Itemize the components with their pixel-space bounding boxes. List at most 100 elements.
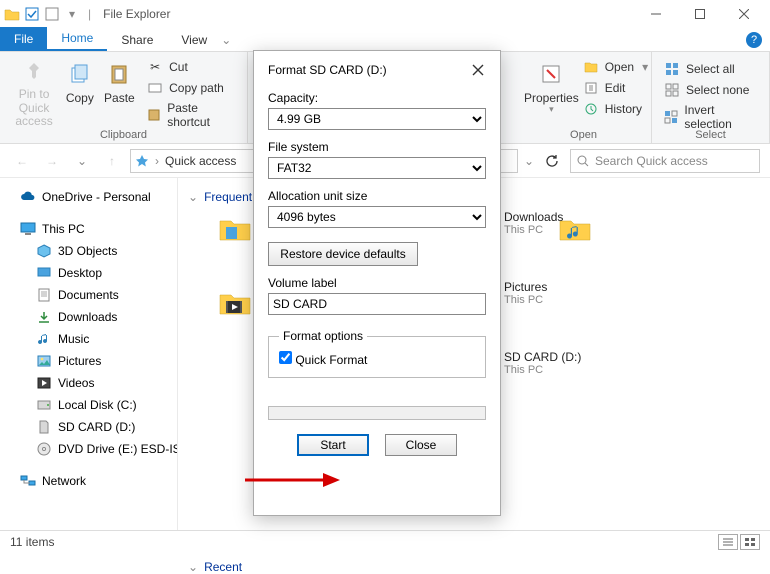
monitor-icon xyxy=(20,221,36,237)
nav-3d-objects[interactable]: 3D Objects xyxy=(6,240,171,262)
select-none-button[interactable]: Select none xyxy=(660,81,761,99)
select-all-button[interactable]: Select all xyxy=(660,60,761,78)
view-details-button[interactable] xyxy=(718,534,738,550)
network-icon xyxy=(20,473,36,489)
nav-downloads[interactable]: Downloads xyxy=(6,306,171,328)
view-large-button[interactable] xyxy=(740,534,760,550)
window-title: File Explorer xyxy=(103,7,170,21)
videos-icon xyxy=(36,375,52,391)
select-none-icon xyxy=(664,82,680,98)
pin-quick-access-button[interactable]: Pin to Quick access xyxy=(8,56,60,128)
cut-button[interactable]: ✂Cut xyxy=(143,58,239,76)
volume-label-label: Volume label xyxy=(268,276,486,290)
open-button[interactable]: Open▾ xyxy=(579,58,652,76)
nav-back-button[interactable]: ← xyxy=(10,149,34,173)
copy-icon xyxy=(66,60,94,88)
group-label-clipboard: Clipboard xyxy=(0,129,247,141)
nav-videos[interactable]: Videos xyxy=(6,372,171,394)
capacity-select[interactable]: 4.99 GB xyxy=(268,108,486,130)
nav-pictures[interactable]: Pictures xyxy=(6,350,171,372)
capacity-label: Capacity: xyxy=(268,91,486,105)
volume-label-input[interactable] xyxy=(268,293,486,315)
history-button[interactable]: History xyxy=(579,100,652,118)
pictures-icon xyxy=(36,353,52,369)
disc-icon xyxy=(36,441,52,457)
group-label-open: Open xyxy=(516,129,651,141)
quick-format-checkbox[interactable] xyxy=(279,351,292,364)
folder-pictures[interactable]: PicturesThis PC xyxy=(504,280,644,306)
paste-icon xyxy=(105,60,133,88)
copy-path-button[interactable]: Copy path xyxy=(143,79,239,97)
folder-video-icon xyxy=(218,286,252,320)
pin-icon xyxy=(20,60,48,84)
cloud-icon xyxy=(20,189,36,205)
search-box[interactable]: Search Quick access xyxy=(570,149,760,173)
nav-music[interactable]: Music xyxy=(6,328,171,350)
navigation-pane: OneDrive - Personal This PC 3D Objects D… xyxy=(0,178,178,530)
format-progress xyxy=(268,406,486,420)
start-button[interactable]: Start xyxy=(297,434,369,456)
tab-file[interactable]: File xyxy=(0,27,47,51)
qat-dropdown-icon[interactable]: ▾ xyxy=(64,6,80,22)
format-options-group: Format options Quick Format xyxy=(268,329,486,378)
status-bar: 11 items xyxy=(0,530,770,552)
qat-save-icon[interactable] xyxy=(24,6,40,22)
nav-recent-dropdown[interactable]: ⌄ xyxy=(70,149,94,173)
nav-forward-button[interactable]: → xyxy=(40,149,64,173)
paste-button[interactable]: Paste xyxy=(100,56,140,128)
close-button-dialog[interactable]: Close xyxy=(385,434,457,456)
refresh-button[interactable] xyxy=(540,149,564,173)
properties-button[interactable]: Properties ▾ xyxy=(524,56,579,128)
minimize-button[interactable] xyxy=(634,0,678,28)
nav-this-pc[interactable]: This PC xyxy=(6,218,171,240)
maximize-button[interactable] xyxy=(678,0,722,28)
music-icon xyxy=(36,331,52,347)
folder-icon xyxy=(218,212,252,246)
title-bar: ▾ | File Explorer xyxy=(0,0,770,28)
nav-network[interactable]: Network xyxy=(6,470,171,492)
search-placeholder: Search Quick access xyxy=(595,154,708,168)
format-dialog: Format SD CARD (D:) Capacity: 4.99 GB Fi… xyxy=(253,50,501,516)
edit-icon xyxy=(583,80,599,96)
filesystem-select[interactable]: FAT32 xyxy=(268,157,486,179)
nav-local-disk[interactable]: Local Disk (C:) xyxy=(6,394,171,416)
select-all-icon xyxy=(664,61,680,77)
ribbon-collapse-icon[interactable]: ⌄ xyxy=(221,33,231,47)
nav-desktop[interactable]: Desktop xyxy=(6,262,171,284)
qat-properties-icon[interactable] xyxy=(44,6,60,22)
invert-selection-icon xyxy=(664,109,678,125)
section-recent[interactable]: ⌄Recent xyxy=(188,560,760,574)
copy-button[interactable]: Copy xyxy=(60,56,100,128)
format-options-label: Format options xyxy=(279,329,367,343)
copy-path-icon xyxy=(147,80,163,96)
drive-icon xyxy=(36,397,52,413)
breadcrumb[interactable]: Quick access xyxy=(165,154,236,168)
nav-up-button[interactable]: ↑ xyxy=(100,149,124,173)
download-icon xyxy=(36,309,52,325)
paste-shortcut-button[interactable]: Paste shortcut xyxy=(143,100,239,130)
restore-defaults-button[interactable]: Restore device defaults xyxy=(268,242,418,266)
help-button[interactable]: ? xyxy=(746,32,762,48)
nav-documents[interactable]: Documents xyxy=(6,284,171,306)
tab-view[interactable]: View xyxy=(167,29,221,51)
properties-icon xyxy=(537,60,565,88)
edit-button[interactable]: Edit xyxy=(579,79,652,97)
desktop-icon xyxy=(36,265,52,281)
folder-sdcard[interactable]: SD CARD (D:)This PC xyxy=(504,350,644,376)
tab-home[interactable]: Home xyxy=(47,27,107,51)
folder-downloads[interactable]: DownloadsThis PC xyxy=(504,210,644,236)
dialog-title: Format SD CARD (D:) xyxy=(268,63,387,77)
nav-onedrive[interactable]: OneDrive - Personal xyxy=(6,186,171,208)
allocation-select[interactable]: 4096 bytes xyxy=(268,206,486,228)
nav-dvd-drive[interactable]: DVD Drive (E:) ESD-IS xyxy=(6,438,171,460)
filesystem-label: File system xyxy=(268,140,486,154)
dialog-close-button[interactable] xyxy=(470,62,486,78)
quick-format-option[interactable]: Quick Format xyxy=(279,353,367,367)
cube-icon xyxy=(36,243,52,259)
tab-share[interactable]: Share xyxy=(107,29,167,51)
ribbon-tabs: File Home Share View ⌄ ? xyxy=(0,28,770,52)
nav-sd-card[interactable]: SD CARD (D:) xyxy=(6,416,171,438)
invert-selection-button[interactable]: Invert selection xyxy=(660,102,761,132)
app-icon xyxy=(4,6,20,22)
close-button[interactable] xyxy=(722,0,766,28)
